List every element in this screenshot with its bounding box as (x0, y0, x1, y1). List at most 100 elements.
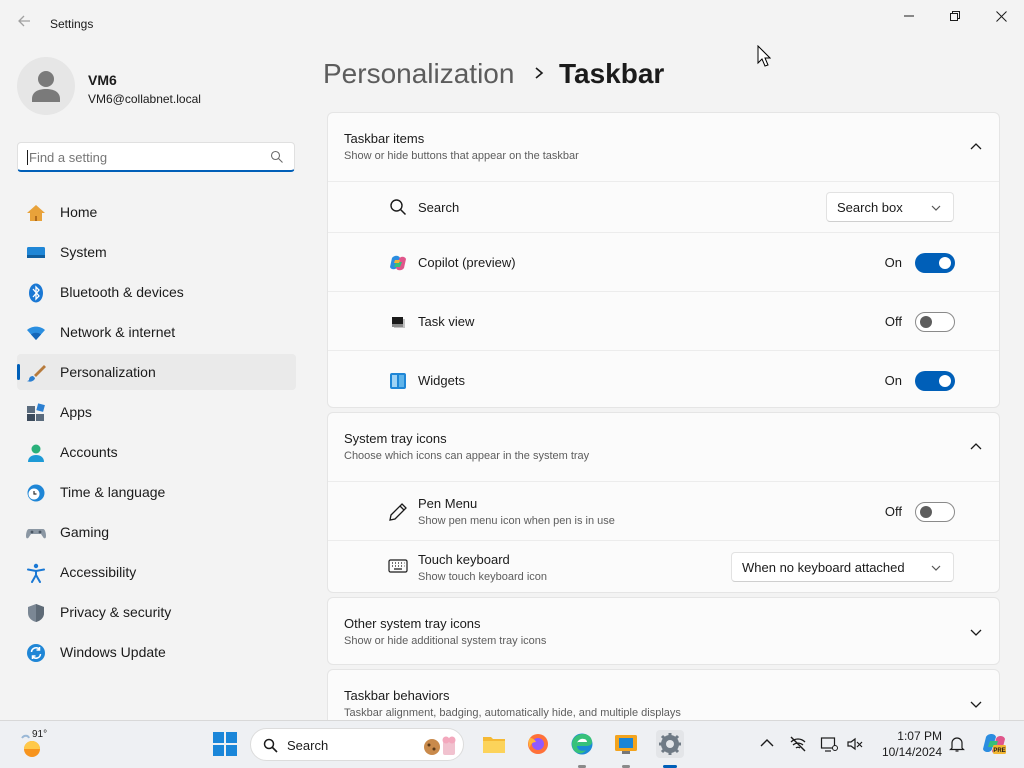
sidebar-item-accessibility[interactable]: Accessibility (17, 554, 296, 590)
chevron-down-icon[interactable] (970, 698, 982, 710)
search-row: Search Search box (328, 181, 999, 232)
start-button[interactable] (212, 731, 238, 757)
user-email: VM6@collabnet.local (88, 92, 201, 106)
copilot-row: Copilot (preview) On (328, 232, 999, 291)
sidebar-item-system[interactable]: System (17, 234, 296, 270)
system-tray-header[interactable]: System tray icons Choose which icons can… (328, 413, 999, 481)
weather-temperature: 91° (32, 729, 48, 740)
taskbar-date[interactable]: 10/14/2024 (876, 745, 942, 759)
pen-menu-row: Pen Menu Show pen menu icon when pen is … (328, 481, 999, 540)
minimize-icon (904, 15, 914, 17)
restore-icon (950, 11, 960, 21)
pen-icon (389, 503, 407, 521)
back-arrow-icon (18, 15, 30, 27)
copilot-toggle[interactable] (915, 253, 955, 273)
other-tray-card[interactable]: Other system tray icons Show or hide add… (327, 597, 1000, 665)
sidebar-item-windows-update[interactable]: Windows Update (17, 634, 296, 670)
sidebar-item-accounts[interactable]: Accounts (17, 434, 296, 470)
chevron-up-icon[interactable] (970, 141, 982, 153)
dropdown-value: When no keyboard attached (742, 560, 905, 575)
sidebar-item-gaming[interactable]: Gaming (17, 514, 296, 550)
search-mode-dropdown[interactable]: Search box (826, 192, 954, 222)
taskbar-search-label: Search (287, 738, 329, 753)
page-title: Taskbar (559, 58, 665, 89)
sidebar-item-home[interactable]: Home (17, 194, 296, 230)
sidebar-item-label: Bluetooth & devices (60, 284, 184, 300)
breadcrumb-parent[interactable]: Personalization (323, 58, 514, 90)
firefox-button[interactable] (524, 730, 552, 758)
settings-search-box[interactable] (17, 142, 295, 172)
file-explorer-button[interactable] (480, 730, 508, 758)
sidebar-item-label: System (60, 244, 107, 260)
update-icon (27, 644, 45, 662)
edge-button[interactable] (568, 730, 596, 768)
sidebar-item-label: Accessibility (60, 564, 137, 580)
touch-keyboard-dropdown[interactable]: When no keyboard attached (731, 552, 954, 582)
network-offline-icon[interactable] (789, 735, 807, 753)
avatar[interactable] (17, 57, 75, 115)
search-input[interactable] (27, 148, 262, 166)
pen-menu-toggle[interactable] (915, 502, 955, 522)
edge-icon (571, 733, 593, 755)
row-label: Touch keyboard (418, 552, 510, 567)
bell-icon[interactable] (948, 735, 966, 753)
toggle-state-label: On (884, 255, 902, 270)
touch-keyboard-row: Touch keyboard Show touch keyboard icon … (328, 540, 999, 592)
user-avatar-icon (32, 71, 60, 102)
row-label: Task view (418, 314, 475, 329)
task-view-row: Task view Off (328, 291, 999, 350)
section-title: Taskbar items (344, 131, 425, 146)
row-sublabel: Show pen menu icon when pen is in use (418, 515, 615, 527)
section-subtitle: Taskbar alignment, badging, automaticall… (344, 707, 681, 719)
sidebar-item-bluetooth[interactable]: Bluetooth & devices (17, 274, 296, 310)
sidebar-item-personalization[interactable]: Personalization (17, 354, 296, 390)
bluetooth-icon (29, 283, 43, 303)
sidebar-item-time-language[interactable]: Time & language (17, 474, 296, 510)
task-view-toggle[interactable] (915, 312, 955, 332)
toggle-knob (939, 375, 951, 387)
copilot-pre-icon[interactable]: PRE (982, 732, 1006, 756)
toggle-knob (920, 316, 932, 328)
sidebar-item-network[interactable]: Network & internet (17, 314, 296, 350)
dropdown-value: Search box (837, 200, 903, 215)
chevron-down-icon (931, 565, 941, 571)
sidebar-item-label: Network & internet (60, 324, 176, 340)
display-icon[interactable] (820, 735, 838, 753)
toggle-state-label: Off (884, 504, 902, 519)
section-title: Taskbar behaviors (344, 688, 450, 703)
settings-app-button[interactable] (656, 730, 684, 768)
gamepad-icon (26, 529, 46, 539)
chevron-down-icon[interactable] (970, 626, 982, 638)
widgets-toggle[interactable] (915, 371, 955, 391)
maximize-button[interactable] (932, 0, 978, 32)
svg-text:PRE: PRE (993, 748, 1005, 754)
taskbar-search-box[interactable]: Search (250, 728, 464, 761)
minimize-button[interactable] (886, 0, 932, 32)
other-tray-header[interactable]: Other system tray icons Show or hide add… (328, 598, 999, 664)
close-button[interactable] (978, 0, 1024, 32)
taskbar-items-header[interactable]: Taskbar items Show or hide buttons that … (328, 113, 999, 181)
close-icon (995, 10, 1007, 22)
taskbar-items-card: Taskbar items Show or hide buttons that … (327, 112, 1000, 408)
sidebar-item-apps[interactable]: Apps (17, 394, 296, 430)
sidebar-item-label: Gaming (60, 524, 110, 540)
section-title: System tray icons (344, 431, 447, 446)
user-name: VM6 (88, 72, 117, 88)
shield-icon (28, 604, 44, 622)
sidebar-item-label: Home (60, 204, 98, 220)
row-label: Copilot (preview) (418, 255, 516, 270)
mouse-cursor-icon (757, 45, 771, 67)
sidebar-item-privacy[interactable]: Privacy & security (17, 594, 296, 630)
row-label: Search (418, 200, 460, 215)
section-subtitle: Show or hide buttons that appear on the … (344, 150, 579, 162)
remote-desktop-button[interactable] (612, 730, 640, 768)
back-button[interactable] (12, 12, 36, 36)
chevron-up-icon[interactable] (970, 441, 982, 453)
section-subtitle: Show or hide additional system tray icon… (344, 635, 547, 647)
sidebar-item-label: Windows Update (60, 644, 166, 660)
volume-muted-icon[interactable] (846, 735, 864, 753)
search-icon (270, 150, 283, 163)
taskbar-time[interactable]: 1:07 PM (880, 729, 942, 743)
chevron-up-icon[interactable] (758, 735, 776, 753)
remote-desktop-icon (615, 735, 637, 754)
